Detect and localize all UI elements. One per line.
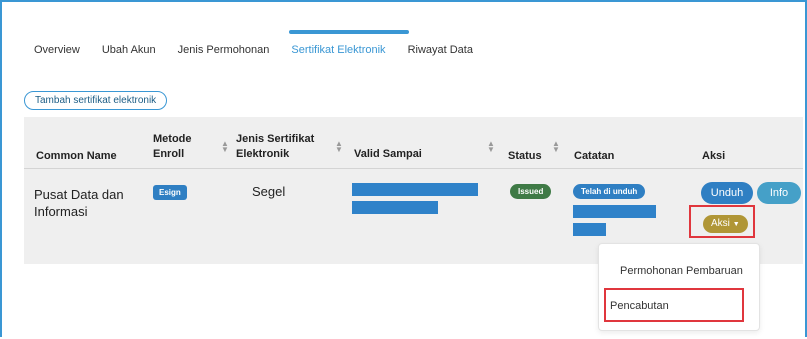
active-tab-indicator	[289, 30, 409, 34]
header-catatan: Catatan	[574, 150, 615, 162]
tab-jenis-permohonan[interactable]: Jenis Permohonan	[178, 44, 270, 70]
sort-icon[interactable]: ▲ ▼	[487, 140, 495, 154]
header-jenis-sertifikat-line1[interactable]: Jenis Sertifikat	[236, 132, 314, 146]
info-button[interactable]: Info	[757, 182, 801, 204]
cell-common-name-line2: Informasi	[34, 204, 88, 219]
cell-jenis-sertifikat: Segel	[252, 184, 286, 199]
add-certificate-button[interactable]: Tambah sertifikat elektronik	[24, 91, 168, 110]
redacted-catatan	[573, 205, 656, 218]
redacted-valid-date	[352, 201, 438, 214]
sort-icon[interactable]: ▲ ▼	[552, 140, 560, 154]
sort-icon[interactable]: ▲ ▼	[335, 140, 343, 154]
redacted-catatan	[573, 223, 606, 236]
header-jenis-sertifikat-line2[interactable]: Elektronik	[236, 147, 289, 161]
header-metode-enroll-line2[interactable]: Enroll	[153, 147, 184, 161]
redacted-valid-date	[352, 183, 478, 196]
tab-sertifikat-elektronik[interactable]: Sertifikat Elektronik	[291, 44, 385, 70]
catatan-badge: Telah di unduh	[573, 184, 646, 199]
unduh-button[interactable]: Unduh	[701, 182, 753, 204]
cell-common-name-line1: Pusat Data dan	[34, 187, 124, 202]
highlight-box-aksi	[689, 205, 755, 238]
header-aksi: Aksi	[702, 150, 726, 162]
metode-enroll-badge: Esign	[153, 185, 187, 200]
tab-bar: Overview Ubah Akun Jenis Permohonan Sert…	[34, 44, 495, 70]
header-status[interactable]: Status	[508, 149, 542, 163]
tab-riwayat-data[interactable]: Riwayat Data	[408, 44, 473, 70]
tab-overview[interactable]: Overview	[34, 44, 80, 70]
header-common-name[interactable]: Common Name	[36, 149, 117, 163]
header-metode-enroll-line1[interactable]: Metode	[153, 132, 192, 146]
certificate-table: Common Name Metode Enroll ▲ ▼ Jenis Serti…	[24, 117, 803, 264]
header-valid-sampai[interactable]: Valid Sampai	[354, 147, 422, 161]
tab-ubah-akun[interactable]: Ubah Akun	[102, 44, 156, 70]
sort-icon[interactable]: ▲ ▼	[221, 140, 229, 154]
menu-item-permohonan-pembaruan[interactable]: Permohonan Pembaruan	[620, 265, 743, 277]
status-badge: Issued	[510, 184, 552, 199]
highlight-box-pencabutan	[604, 288, 744, 322]
header-divider	[24, 168, 803, 169]
